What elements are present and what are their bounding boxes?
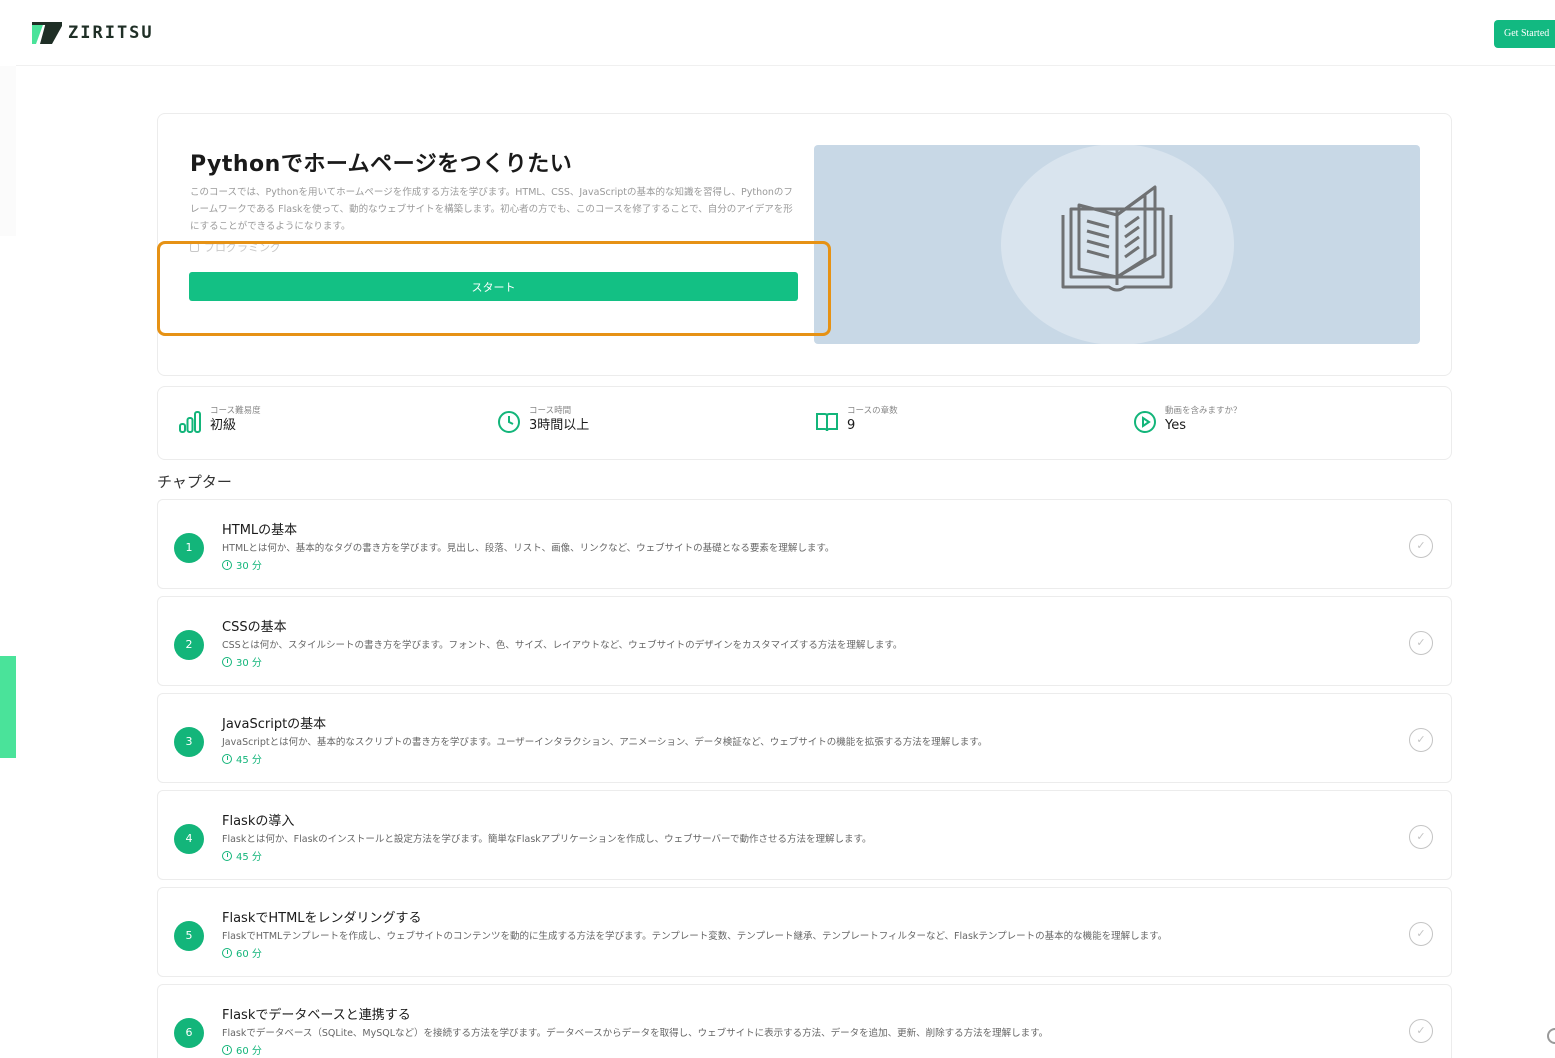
logo-mark-icon: [32, 22, 62, 44]
book-icon: [1061, 185, 1173, 292]
check-circle-icon[interactable]: ✓: [1409, 728, 1433, 752]
course-stats-card: コース難易度 初級 コース時間 3時間以上 コースの章数 9 動画を含みますか？: [157, 386, 1452, 460]
stat-value: 初級: [210, 418, 237, 433]
course-tag-label: プログラミング: [204, 241, 281, 254]
chapter-time: 60 分: [222, 1042, 262, 1057]
stat-label: 動画を含みますか？: [1165, 406, 1242, 416]
chapter-time-label: 60 分: [236, 949, 262, 960]
clock-icon: [222, 850, 232, 861]
chapter-time-label: 45 分: [236, 852, 262, 863]
clock-icon: [222, 753, 232, 764]
open-book-icon: [816, 413, 838, 432]
chapters-heading: チャプター: [157, 473, 232, 491]
chapter-title: Flaskでデータベースと連携する: [222, 1008, 411, 1023]
check-circle-icon[interactable]: ✓: [1409, 534, 1433, 558]
stat-duration: コース時間 3時間以上: [497, 405, 589, 435]
chapter-description: FlaskでHTMLテンプレートを作成し、ウェブサイトのコンテンツを動的に生成す…: [222, 931, 1168, 942]
course-title: Pythonでホームページをつくりたい: [190, 152, 573, 177]
chapter-time: 30 分: [222, 654, 262, 669]
chapter-card[interactable]: 6 Flaskでデータベースと連携する Flaskでデータベース（SQLite、…: [157, 984, 1452, 1058]
tag-icon: [190, 242, 199, 252]
chapter-description: Flaskでデータベース（SQLite、MySQLなど）を接続する方法を学びます…: [222, 1028, 1049, 1039]
check-circle-icon[interactable]: ✓: [1409, 825, 1433, 849]
chapter-description: HTMLとは何か、基本的なタグの書き方を学びます。見出し、段落、リスト、画像、リ…: [222, 543, 835, 554]
stat-chapter-count: コースの章数 9: [815, 405, 898, 435]
logo[interactable]: ZIRITSU: [32, 22, 154, 44]
stat-label: コースの章数: [847, 406, 898, 416]
chapter-title: Flaskの導入: [222, 814, 295, 829]
stat-has-video: 動画を含みますか？ Yes: [1133, 405, 1242, 435]
chapter-number-badge: 3: [174, 727, 204, 757]
chapter-time-label: 45 分: [236, 755, 262, 766]
top-bar: ZIRITSU Get Started: [16, 0, 1555, 66]
stat-label: コース難易度: [210, 406, 261, 416]
chapter-time-label: 60 分: [236, 1046, 262, 1057]
chapter-time: 45 分: [222, 751, 262, 766]
chapter-card[interactable]: 2 CSSの基本 CSSとは何か、スタイルシートの書き方を学びます。フォント、色…: [157, 596, 1452, 686]
level-bars-icon: [179, 411, 201, 433]
chapter-number-badge: 1: [174, 533, 204, 563]
left-edge-panel: [0, 66, 16, 236]
chapter-number-badge: 6: [174, 1018, 204, 1048]
check-circle-icon[interactable]: ✓: [1409, 1019, 1433, 1043]
chapter-card[interactable]: 4 Flaskの導入 Flaskとは何か、Flaskのインストールと設定方法を学…: [157, 790, 1452, 880]
get-started-button[interactable]: Get Started: [1494, 20, 1555, 48]
stat-label: コース時間: [529, 406, 572, 416]
chapter-card[interactable]: 1 HTMLの基本 HTMLとは何か、基本的なタグの書き方を学びます。見出し、段…: [157, 499, 1452, 589]
chapter-card[interactable]: 3 JavaScriptの基本 JavaScriptとは何か、基本的なスクリプト…: [157, 693, 1452, 783]
chapter-title: FlaskでHTMLをレンダリングする: [222, 911, 422, 926]
clock-icon: [222, 947, 232, 958]
chapter-card[interactable]: 5 FlaskでHTMLをレンダリングする FlaskでHTMLテンプレートを作…: [157, 887, 1452, 977]
chapter-number-badge: 5: [174, 921, 204, 951]
course-image: [814, 145, 1420, 344]
start-button[interactable]: スタート: [189, 272, 798, 301]
chapter-title: CSSの基本: [222, 620, 287, 635]
chapter-title: HTMLの基本: [222, 523, 298, 538]
clock-icon: [498, 411, 520, 433]
course-description: このコースでは、Pythonを用いてホームページを作成する方法を学びます。HTM…: [190, 187, 793, 232]
stat-value: 9: [847, 418, 856, 433]
chapter-description: JavaScriptとは何か、基本的なスクリプトの書き方を学びます。ユーザーイン…: [222, 737, 988, 748]
chapter-time-label: 30 分: [236, 658, 262, 669]
check-circle-icon[interactable]: ✓: [1409, 631, 1433, 655]
chapter-number-badge: 2: [174, 630, 204, 660]
chapter-number-badge: 4: [174, 824, 204, 854]
course-tag: プログラミング: [190, 239, 281, 255]
play-circle-icon: [1134, 411, 1156, 433]
stat-value: Yes: [1165, 418, 1186, 433]
chapter-description: CSSとは何か、スタイルシートの書き方を学びます。フォント、色、サイズ、レイアウ…: [222, 640, 903, 651]
chapter-time: 60 分: [222, 945, 262, 960]
course-hero-card: Pythonでホームページをつくりたい このコースでは、Pythonを用いてホー…: [157, 113, 1452, 376]
stat-value: 3時間以上: [529, 418, 590, 433]
help-icon[interactable]: [1547, 1028, 1555, 1044]
clock-icon: [222, 656, 232, 667]
clock-icon: [222, 1044, 232, 1055]
chapter-time: 45 分: [222, 848, 262, 863]
chapter-time-label: 30 分: [236, 561, 262, 572]
chapter-time: 30 分: [222, 557, 262, 572]
chapter-title: JavaScriptの基本: [222, 717, 327, 732]
clock-icon: [222, 559, 232, 570]
check-circle-icon[interactable]: ✓: [1409, 922, 1433, 946]
chapter-description: Flaskとは何か、Flaskのインストールと設定方法を学びます。簡単なFlas…: [222, 834, 872, 845]
feedback-side-tab[interactable]: [0, 656, 16, 758]
brand-name: ZIRITSU: [68, 23, 154, 43]
stat-difficulty: コース難易度 初級: [178, 405, 261, 435]
